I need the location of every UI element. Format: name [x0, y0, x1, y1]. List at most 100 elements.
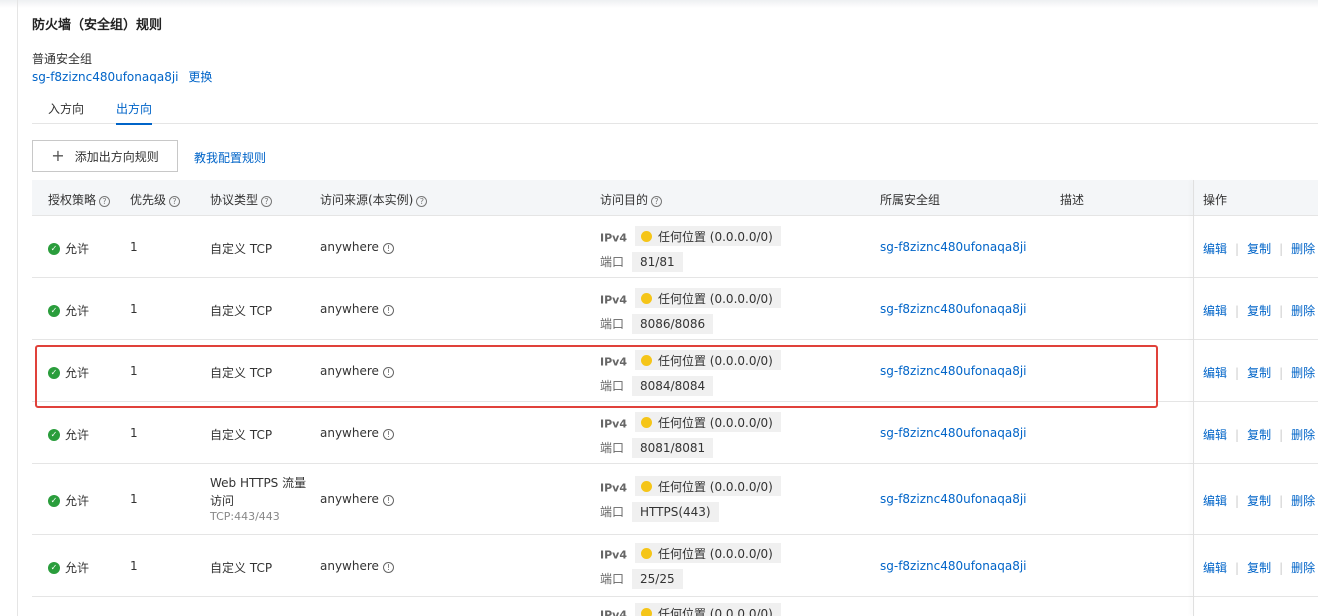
help-icon[interactable]: ?: [261, 196, 273, 207]
col-description: 描述: [1060, 193, 1085, 207]
operations-column-divider: [1193, 180, 1194, 616]
port-line: 端口 8081/8081: [600, 438, 714, 458]
table-row: ✓ 允许 1 自定义 TCP anywhere! IPv4 任何位置 (0.0.0.…: [32, 535, 1318, 597]
direction-tabs: 入方向 出方向: [32, 96, 1318, 125]
help-icon[interactable]: ?: [169, 196, 181, 207]
security-group-link[interactable]: sg-f8ziznc480ufonaqa8ji: [880, 364, 1027, 378]
tab-inbound[interactable]: 入方向: [48, 100, 84, 123]
protocol-cell: 自定义 TCP: [210, 428, 273, 442]
priority-cell: 1: [130, 492, 138, 506]
security-group-id-line: sg-f8ziznc480ufonaqa8ji 更换: [32, 68, 212, 85]
row-operations: 编辑 | 复制 | 删除: [1203, 559, 1316, 576]
security-group-link[interactable]: sg-f8ziznc480ufonaqa8ji: [880, 559, 1027, 573]
security-group-type: 普通安全组: [32, 52, 93, 66]
edit-button[interactable]: 编辑: [1203, 364, 1227, 381]
protocol-sub: TCP:443/443: [210, 510, 280, 523]
help-icon[interactable]: ?: [99, 196, 111, 207]
policy-cell: ✓ 允许: [48, 302, 89, 319]
col-priority: 优先级?: [130, 191, 181, 208]
warning-dot-icon: [640, 547, 652, 559]
delete-button[interactable]: 删除: [1291, 559, 1315, 576]
check-circle-icon: ✓: [48, 428, 60, 441]
table-header: 授权策略? 优先级? 协议类型? 访问来源(本实例)? 访问目的? 所属安全组 …: [32, 180, 1318, 216]
edit-button[interactable]: 编辑: [1203, 302, 1227, 319]
table-row: ✓ 允许 1 自定义 TCP anywhere! IPv4 任何位置 (0.0.0.…: [32, 340, 1318, 402]
plus-icon: +: [51, 146, 65, 165]
top-shadow: [0, 0, 1318, 8]
policy-cell: ✓ 允许: [48, 364, 89, 381]
policy-cell: ✓ 允许: [48, 492, 89, 509]
dest-ip-line: IPv4 任何位置 (0.0.0.0/0): [600, 350, 781, 370]
info-icon[interactable]: !: [382, 243, 394, 254]
table-row: ✓ 允许 1 Web HTTPS 流量 访问 TCP:443/443 anywhe…: [32, 464, 1318, 535]
port-line: 端口 8086/8086: [600, 314, 714, 334]
source-cell: anywhere!: [320, 364, 394, 378]
protocol-cell: Web HTTPS 流量: [210, 476, 307, 490]
source-cell: anywhere!: [320, 240, 394, 254]
tab-outbound[interactable]: 出方向: [116, 100, 153, 125]
security-group-link[interactable]: sg-f8ziznc480ufonaqa8ji: [880, 492, 1027, 506]
copy-button[interactable]: 复制: [1247, 559, 1271, 576]
info-icon[interactable]: !: [382, 562, 394, 573]
add-outbound-rule-label: 添加出方向规则: [74, 149, 159, 164]
security-group-link[interactable]: sg-f8ziznc480ufonaqa8ji: [880, 302, 1027, 316]
protocol-cell: 自定义 TCP: [210, 242, 273, 256]
rules-table: 授权策略? 优先级? 协议类型? 访问来源(本实例)? 访问目的? 所属安全组 …: [32, 180, 1318, 616]
table-row: ✓ 允许 1 自定义 TCP anywhere! IPv4 任何位置 (0.0.0.…: [32, 402, 1318, 464]
warning-dot-icon: [640, 607, 652, 616]
copy-button[interactable]: 复制: [1247, 364, 1271, 381]
check-circle-icon: ✓: [48, 561, 60, 574]
edit-button[interactable]: 编辑: [1203, 559, 1227, 576]
help-icon[interactable]: ?: [651, 196, 663, 207]
warning-dot-icon: [640, 230, 652, 242]
add-outbound-rule-button[interactable]: + 添加出方向规则: [32, 140, 178, 172]
copy-button[interactable]: 复制: [1247, 302, 1271, 319]
info-icon[interactable]: !: [382, 305, 394, 316]
table-row: IPv4 任何位置 (0.0.0.0/0): [32, 597, 1318, 616]
dest-ip-line: IPv4 任何位置 (0.0.0.0/0): [600, 226, 781, 246]
col-operations: 操作: [1203, 193, 1228, 207]
help-icon[interactable]: ?: [416, 196, 428, 207]
priority-cell: 1: [130, 426, 138, 440]
dest-ip-line: IPv4 任何位置 (0.0.0.0/0): [600, 412, 781, 432]
security-group-id-link[interactable]: sg-f8ziznc480ufonaqa8ji: [32, 70, 179, 84]
change-security-group-link[interactable]: 更换: [188, 70, 212, 84]
col-dest: 访问目的?: [600, 191, 663, 208]
check-circle-icon: ✓: [48, 494, 60, 507]
row-operations: 编辑 | 复制 | 删除: [1203, 240, 1316, 257]
delete-button[interactable]: 删除: [1291, 492, 1315, 509]
port-line: 端口 25/25: [600, 569, 683, 589]
left-border: [17, 0, 18, 616]
policy-cell: ✓ 允许: [48, 426, 89, 443]
row-operations: 编辑 | 复制 | 删除: [1203, 426, 1316, 443]
source-cell: anywhere!: [320, 302, 394, 316]
edit-button[interactable]: 编辑: [1203, 240, 1227, 257]
col-security-group: 所属安全组: [880, 193, 941, 207]
priority-cell: 1: [130, 559, 138, 573]
copy-button[interactable]: 复制: [1247, 240, 1271, 257]
edit-button[interactable]: 编辑: [1203, 426, 1227, 443]
warning-dot-icon: [640, 292, 652, 304]
security-group-link[interactable]: sg-f8ziznc480ufonaqa8ji: [880, 426, 1027, 440]
info-icon[interactable]: !: [382, 495, 394, 506]
teach-config-link[interactable]: 教我配置规则: [194, 149, 266, 166]
section-title: 防火墙（安全组）规则: [32, 18, 163, 33]
delete-button[interactable]: 删除: [1291, 364, 1315, 381]
delete-button[interactable]: 删除: [1291, 426, 1315, 443]
delete-button[interactable]: 删除: [1291, 302, 1315, 319]
copy-button[interactable]: 复制: [1247, 426, 1271, 443]
protocol-cell-line2: 访问: [210, 494, 235, 508]
copy-button[interactable]: 复制: [1247, 492, 1271, 509]
source-cell: anywhere!: [320, 492, 394, 506]
edit-button[interactable]: 编辑: [1203, 492, 1227, 509]
security-group-link[interactable]: sg-f8ziznc480ufonaqa8ji: [880, 240, 1027, 254]
protocol-cell: 自定义 TCP: [210, 304, 273, 318]
info-icon[interactable]: !: [382, 367, 394, 378]
source-cell: anywhere!: [320, 426, 394, 440]
row-operations: 编辑 | 复制 | 删除: [1203, 302, 1316, 319]
port-line: 端口 8084/8084: [600, 376, 714, 396]
priority-cell: 1: [130, 364, 138, 378]
row-operations: 编辑 | 复制 | 删除: [1203, 364, 1316, 381]
info-icon[interactable]: !: [382, 429, 394, 440]
delete-button[interactable]: 删除: [1291, 240, 1315, 257]
